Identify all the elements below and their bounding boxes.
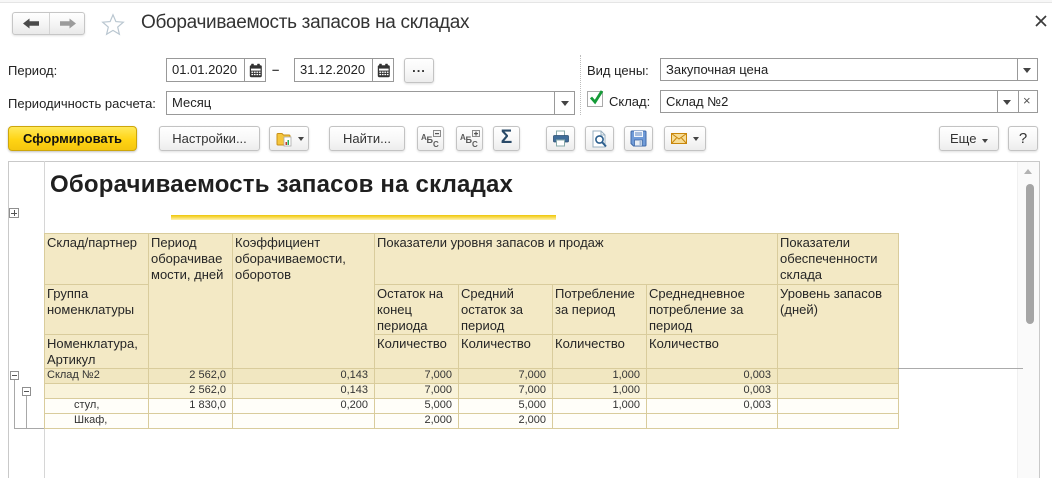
svg-text:С: С: [433, 140, 439, 148]
svg-text:С: С: [472, 140, 478, 148]
